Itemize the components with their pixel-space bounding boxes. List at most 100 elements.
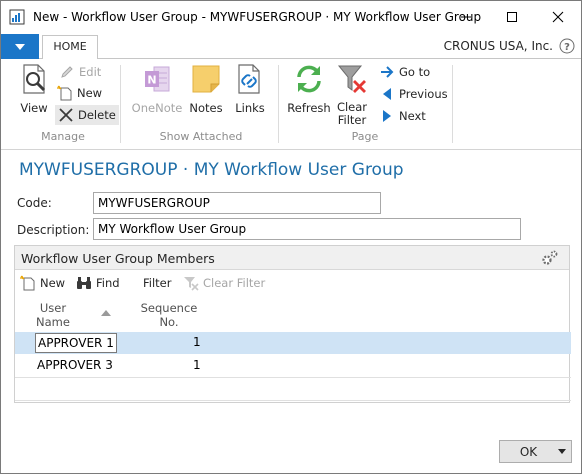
delete-icon <box>59 108 73 122</box>
members-subpage: Workflow User Group Members New Find Fil… <box>14 245 571 403</box>
notes-icon <box>192 65 220 93</box>
customize-icon[interactable] <box>541 249 559 267</box>
app-menu-button[interactable] <box>1 34 39 59</box>
svg-text:N: N <box>147 74 156 87</box>
maximize-button[interactable] <box>489 1 535 33</box>
help-icon[interactable]: ? <box>559 38 575 54</box>
triangle-right-icon <box>383 110 391 122</box>
cell-user-name[interactable]: APPROVER 3 <box>37 358 113 372</box>
table-row[interactable]: APPROVER 1 1 <box>15 332 571 354</box>
ribbon-separator <box>278 65 279 143</box>
onenote-button[interactable]: N OneNote <box>131 63 183 115</box>
notes-button[interactable]: Notes <box>189 63 223 115</box>
pencil-icon <box>61 66 73 78</box>
cell-sequence-no[interactable]: 1 <box>193 335 201 349</box>
sort-ascending-icon <box>101 310 111 316</box>
ok-label: OK <box>519 444 538 459</box>
onenote-label: OneNote <box>131 101 183 115</box>
group-label-show-attached: Show Attached <box>159 130 243 143</box>
next-label: Next <box>399 109 426 123</box>
column-header-sequence-no[interactable]: Sequence No. <box>139 301 199 329</box>
links-icon <box>238 64 260 94</box>
code-field[interactable] <box>93 192 381 214</box>
column-header-sequence-line2: No. <box>159 315 179 329</box>
view-label: View <box>20 101 48 115</box>
column-header-sequence-line1: Sequence <box>140 301 198 315</box>
previous-label: Previous <box>399 87 448 101</box>
ribbon-separator <box>452 65 453 143</box>
ribbon: View Edit New Delete Manage N OneNote No… <box>1 59 581 150</box>
new-document-icon <box>20 275 35 291</box>
subpage-toolbar: New Find Filter Clear Filter <box>15 271 569 295</box>
edit-button[interactable]: Edit <box>59 62 101 82</box>
subpage-filter-label: Filter <box>143 276 172 290</box>
ok-dropdown[interactable] <box>553 449 571 454</box>
goto-button[interactable]: Go to <box>379 62 430 82</box>
view-icon <box>23 64 46 94</box>
tab-home[interactable]: HOME <box>42 35 98 60</box>
cell-sequence-no[interactable]: 1 <box>193 358 201 372</box>
refresh-button[interactable]: Refresh <box>287 63 331 115</box>
group-label-page: Page <box>351 130 379 143</box>
clear-filter-icon <box>184 277 199 291</box>
clear-filter-icon <box>337 65 366 93</box>
links-label: Links <box>235 101 265 115</box>
new-document-icon <box>57 85 72 101</box>
ribbon-tab-row: HOME CRONUS USA, Inc. ? <box>1 34 581 60</box>
app-icon <box>9 9 25 25</box>
new-button[interactable]: New <box>57 83 102 103</box>
refresh-label: Refresh <box>287 101 331 115</box>
previous-button[interactable]: Previous <box>379 84 448 104</box>
triangle-left-icon <box>383 88 391 100</box>
close-icon <box>552 11 564 23</box>
subpage-header: Workflow User Group Members <box>15 246 569 270</box>
title-bar: New - Workflow User Group - MYWFUSERGROU… <box>1 1 581 33</box>
description-field[interactable] <box>93 218 521 240</box>
chevron-down-icon <box>15 43 25 50</box>
links-button[interactable]: Links <box>233 63 267 115</box>
delete-label: Delete <box>78 108 116 122</box>
subpage-find-label: Find <box>96 276 120 290</box>
refresh-icon <box>297 65 321 93</box>
notes-label: Notes <box>189 101 223 115</box>
code-label: Code: <box>17 196 52 210</box>
column-header-user-name-line1: User <box>39 301 67 315</box>
group-label-manage: Manage <box>41 130 85 143</box>
window: New - Workflow User Group - MYWFUSERGROU… <box>0 0 582 474</box>
subpage-new-button[interactable]: New <box>20 273 65 293</box>
subpage-find-button[interactable]: Find <box>76 273 120 293</box>
window-title: New - Workflow User Group - MYWFUSERGROU… <box>33 10 482 24</box>
maximize-icon <box>507 12 517 22</box>
description-label: Description: <box>17 223 90 237</box>
page-title: MYWFUSERGROUP · MY Workflow User Group <box>19 160 404 180</box>
ribbon-separator <box>120 65 121 143</box>
goto-label: Go to <box>399 65 431 79</box>
column-header-user-name[interactable]: User Name <box>35 301 71 329</box>
ok-button[interactable]: OK <box>499 440 572 463</box>
new-label: New <box>77 86 103 100</box>
table-row[interactable]: APPROVER 3 1 <box>15 355 571 377</box>
next-button[interactable]: Next <box>379 106 426 126</box>
row-divider <box>15 400 571 401</box>
binoculars-icon <box>77 277 91 289</box>
subpage-clear-filter-button[interactable]: Clear Filter <box>183 273 265 293</box>
subpage-title: Workflow User Group Members <box>21 251 215 266</box>
onenote-icon: N <box>145 66 170 92</box>
company-name: CRONUS USA, Inc. <box>443 39 553 53</box>
subpage-clear-filter-label: Clear Filter <box>203 276 266 290</box>
close-button[interactable] <box>535 1 581 33</box>
clear-filter-label-line2: Filter <box>337 113 367 127</box>
row-divider <box>15 377 571 378</box>
minimize-button[interactable] <box>443 1 489 33</box>
chevron-down-icon <box>558 449 566 454</box>
cell-user-name[interactable]: APPROVER 1 <box>35 333 117 353</box>
edit-label: Edit <box>79 65 102 79</box>
column-header-user-name-line2: Name <box>36 315 70 329</box>
subpage-filter-button[interactable]: Filter <box>143 273 171 293</box>
svg-text:?: ? <box>564 42 570 53</box>
subpage-new-label: New <box>40 276 66 290</box>
delete-button[interactable]: Delete <box>55 105 119 125</box>
view-button[interactable]: View <box>17 63 51 115</box>
minimize-icon <box>461 16 471 18</box>
clear-filter-button[interactable]: Clear Filter <box>334 63 370 127</box>
